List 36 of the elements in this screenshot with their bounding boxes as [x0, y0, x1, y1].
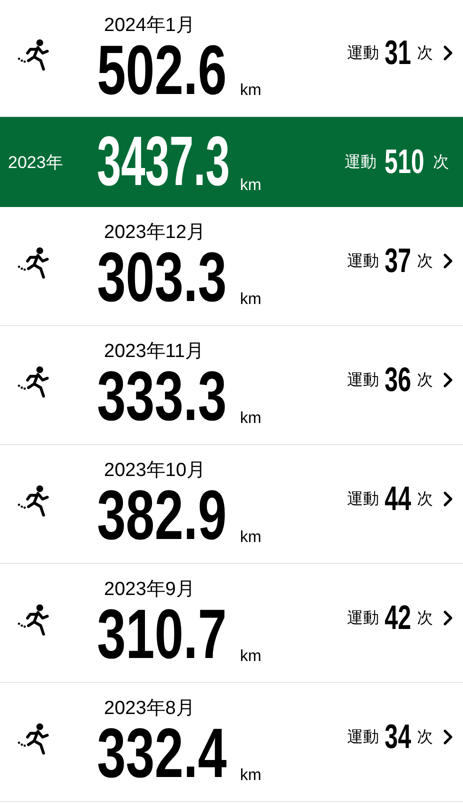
count-label: 運動: [347, 608, 380, 628]
distance-unit: km: [240, 177, 262, 195]
count-value: 31: [384, 34, 412, 72]
distance-unit: km: [240, 529, 262, 547]
distance-value: 3437.3: [97, 125, 230, 199]
count-label: 運動: [347, 728, 380, 748]
count-value: 510: [384, 142, 424, 182]
count-unit: 次: [417, 252, 433, 272]
count-unit: 次: [417, 490, 433, 510]
count-value: 37: [384, 242, 412, 280]
year-label: 2023年: [7, 152, 64, 174]
count-value: 42: [384, 598, 412, 638]
distance-unit: km: [240, 410, 262, 428]
chevron-right-icon: [443, 491, 453, 507]
count-label: 運動: [347, 252, 380, 272]
count-unit: 次: [417, 608, 433, 628]
count-label: 運動: [347, 490, 380, 510]
chevron-right-icon: [443, 372, 453, 388]
distance-unit: km: [240, 648, 262, 666]
count-label: 運動: [347, 44, 380, 64]
chevron-right-icon: [443, 45, 453, 61]
chevron-right-icon: [443, 253, 453, 269]
count-value: 36: [384, 360, 412, 400]
chevron-right-icon: [443, 610, 453, 626]
distance-unit: km: [240, 767, 262, 785]
count-unit: 次: [417, 370, 433, 390]
count-label: 運動: [347, 370, 380, 390]
count-unit: 次: [417, 44, 433, 64]
chevron-right-icon: [443, 729, 453, 745]
count-label: 運動: [344, 152, 376, 172]
count-value: 34: [384, 718, 412, 756]
count-unit: 次: [433, 152, 449, 172]
distance-unit: km: [240, 82, 262, 100]
count-unit: 次: [417, 728, 433, 748]
count-value: 44: [384, 480, 412, 518]
distance-unit: km: [240, 291, 262, 309]
